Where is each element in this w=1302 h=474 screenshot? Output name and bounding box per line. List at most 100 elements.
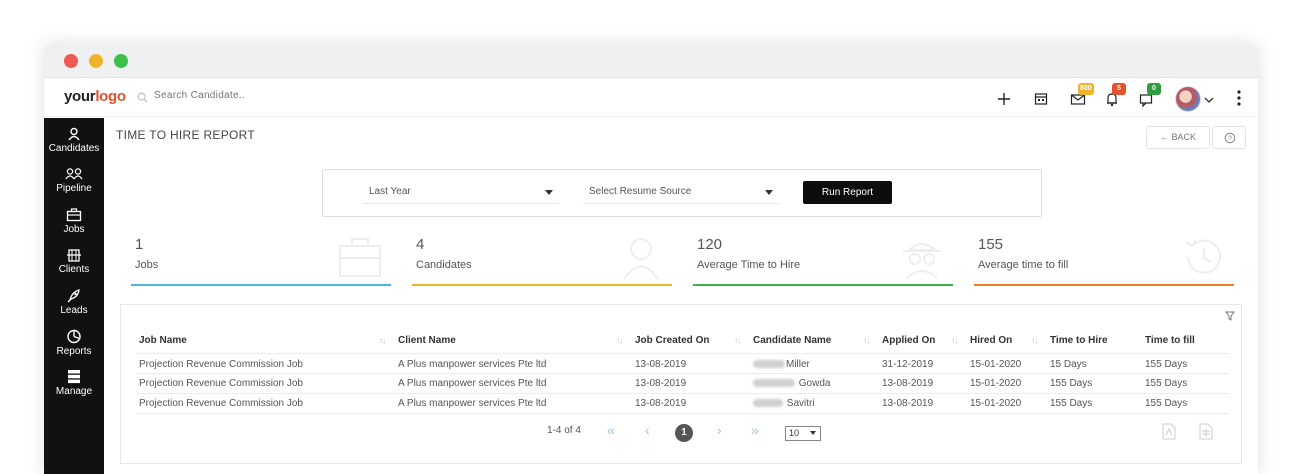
next-page-icon[interactable]: › [717, 422, 722, 438]
stat-value: 155 [978, 236, 1004, 253]
last-page-icon[interactable]: » [751, 422, 759, 438]
building-icon [67, 249, 81, 262]
plus-icon[interactable] [995, 90, 1013, 108]
briefcase-icon [66, 208, 82, 222]
filter-icon[interactable] [1225, 311, 1235, 321]
report-filter-panel: Last Year Select Resume Source Run Repor… [322, 169, 1042, 217]
sort-icon[interactable]: ↑↓ [734, 336, 741, 345]
previous-page-icon[interactable]: ‹ [645, 422, 650, 438]
logo-text-your: your [64, 88, 96, 105]
page-number-current[interactable]: 1 [675, 424, 693, 442]
bell-badge: 5 [1112, 83, 1126, 95]
history-icon [1185, 239, 1221, 274]
cell-job-created-on: 13-08-2019 [635, 359, 687, 370]
mail-button[interactable]: 800 [1069, 83, 1094, 108]
person-icon [68, 127, 80, 141]
sidebar-item-candidates[interactable]: Candidates [44, 127, 104, 154]
pagination-range: 1-4 of 4 [547, 425, 581, 436]
stat-color-bar [412, 284, 672, 286]
sidebar-item-pipeline[interactable]: Pipeline [44, 167, 104, 194]
search-icon [137, 92, 148, 103]
top-navbar: yourlogo 800 5 0 [44, 79, 1258, 117]
cell-hired-on: 15-01-2020 [970, 359, 1022, 370]
rocket-icon [67, 289, 80, 303]
stat-label: Average time to fill [978, 259, 1069, 271]
column-header-job-name[interactable]: Job Name [139, 335, 187, 346]
sidebar-item-jobs[interactable]: Jobs [44, 208, 104, 235]
sidebar-item-reports[interactable]: Reports [44, 329, 104, 357]
cell-time-to-hire: 155 Days [1050, 378, 1093, 389]
period-select[interactable]: Last Year [363, 182, 559, 204]
sidebar-item-label: Candidates [48, 143, 100, 154]
excel-export-icon[interactable] [1199, 423, 1213, 440]
browser-window: yourlogo 800 5 0 Candidates Pipeline [44, 44, 1258, 474]
sort-icon[interactable]: ↑↓ [379, 336, 386, 345]
close-window-button[interactable] [64, 54, 78, 68]
column-header-job-created-on[interactable]: Job Created On [635, 335, 709, 346]
sort-icon[interactable]: ↑↓ [616, 336, 623, 345]
sidebar-item-label: Leads [60, 305, 88, 316]
help-button[interactable]: ? [1212, 126, 1246, 149]
sidebar-item-manage[interactable]: Manage [44, 369, 104, 397]
column-header-applied-on[interactable]: Applied On [882, 335, 935, 346]
spy-icon [903, 243, 941, 279]
chevron-down-icon[interactable] [1204, 96, 1214, 104]
back-button[interactable]: ← BACK [1146, 126, 1210, 149]
redacted-name [753, 360, 785, 369]
minimize-window-button[interactable] [89, 54, 103, 68]
column-header-candidate-name[interactable]: Candidate Name [753, 335, 831, 346]
column-header-hired-on[interactable]: Hired On [970, 335, 1012, 346]
cell-hired-on: 15-01-2020 [970, 378, 1022, 389]
notifications-button[interactable]: 5 [1103, 83, 1126, 108]
main-content: TIME TO HIRE REPORT ← BACK ? Last Year S… [104, 118, 1258, 474]
sidebar-item-clients[interactable]: Clients [44, 248, 104, 275]
cell-candidate-name[interactable]: Savitri [753, 398, 815, 409]
pdf-export-icon[interactable] [1162, 423, 1176, 440]
first-page-icon[interactable]: « [607, 422, 615, 438]
sort-icon[interactable]: ↑↓ [863, 336, 870, 345]
chat-button[interactable]: 0 [1138, 83, 1161, 108]
logo-text-logo: logo [95, 88, 126, 105]
candidate-name-text: Miller [786, 359, 810, 370]
sidebar: Candidates Pipeline Jobs Clients Leads R… [44, 118, 104, 474]
stat-value: 1 [135, 236, 144, 253]
stat-value: 4 [416, 236, 425, 253]
sidebar-item-label: Jobs [63, 224, 85, 235]
cell-job-name: Projection Revenue Commission Job [139, 359, 303, 370]
stat-card-avg-time-to-fill: 155 Average time to fill [974, 233, 1234, 286]
stat-card-candidates: 4 Candidates [412, 233, 672, 286]
cell-time-to-fill: 155 Days [1145, 378, 1188, 389]
window-titlebar [44, 44, 1258, 78]
person-icon [623, 238, 659, 280]
resume-source-select[interactable]: Select Resume Source [583, 182, 779, 204]
redacted-name [753, 399, 783, 408]
column-header-client-name[interactable]: Client Name [398, 335, 456, 346]
cell-candidate-name[interactable]: Miller [753, 359, 810, 370]
page-size-select[interactable]: 10 [785, 426, 821, 441]
column-header-time-to-hire[interactable]: Time to Hire [1050, 335, 1108, 346]
stat-color-bar [693, 284, 953, 286]
cell-candidate-name[interactable]: Gowda [753, 378, 830, 389]
run-report-button[interactable]: Run Report [803, 181, 892, 204]
mail-badge: 800 [1078, 83, 1094, 95]
page-size-value: 10 [789, 428, 800, 438]
calendar-icon[interactable] [1032, 90, 1050, 108]
table-divider [137, 393, 1229, 394]
maximize-window-button[interactable] [114, 54, 128, 68]
stat-card-jobs: 1 Jobs [131, 233, 391, 286]
app-logo[interactable]: yourlogo [64, 88, 126, 105]
search-input[interactable] [154, 90, 354, 101]
back-label: BACK [1171, 132, 1197, 142]
user-avatar[interactable] [1175, 86, 1201, 112]
more-options-icon[interactable] [1237, 90, 1241, 106]
table-divider [137, 373, 1229, 374]
sort-icon[interactable]: ↑↓ [951, 336, 958, 345]
sidebar-item-leads[interactable]: Leads [44, 289, 104, 316]
column-header-time-to-fill[interactable]: Time to fill [1145, 335, 1195, 346]
cell-applied-on: 13-08-2019 [882, 378, 934, 389]
sort-icon[interactable]: ↑↓ [1031, 336, 1038, 345]
cell-applied-on: 31-12-2019 [882, 359, 934, 370]
candidate-name-text: Savitri [786, 398, 815, 409]
page-title: TIME TO HIRE REPORT [116, 128, 256, 142]
candidate-name-text: Gowda [798, 378, 831, 389]
